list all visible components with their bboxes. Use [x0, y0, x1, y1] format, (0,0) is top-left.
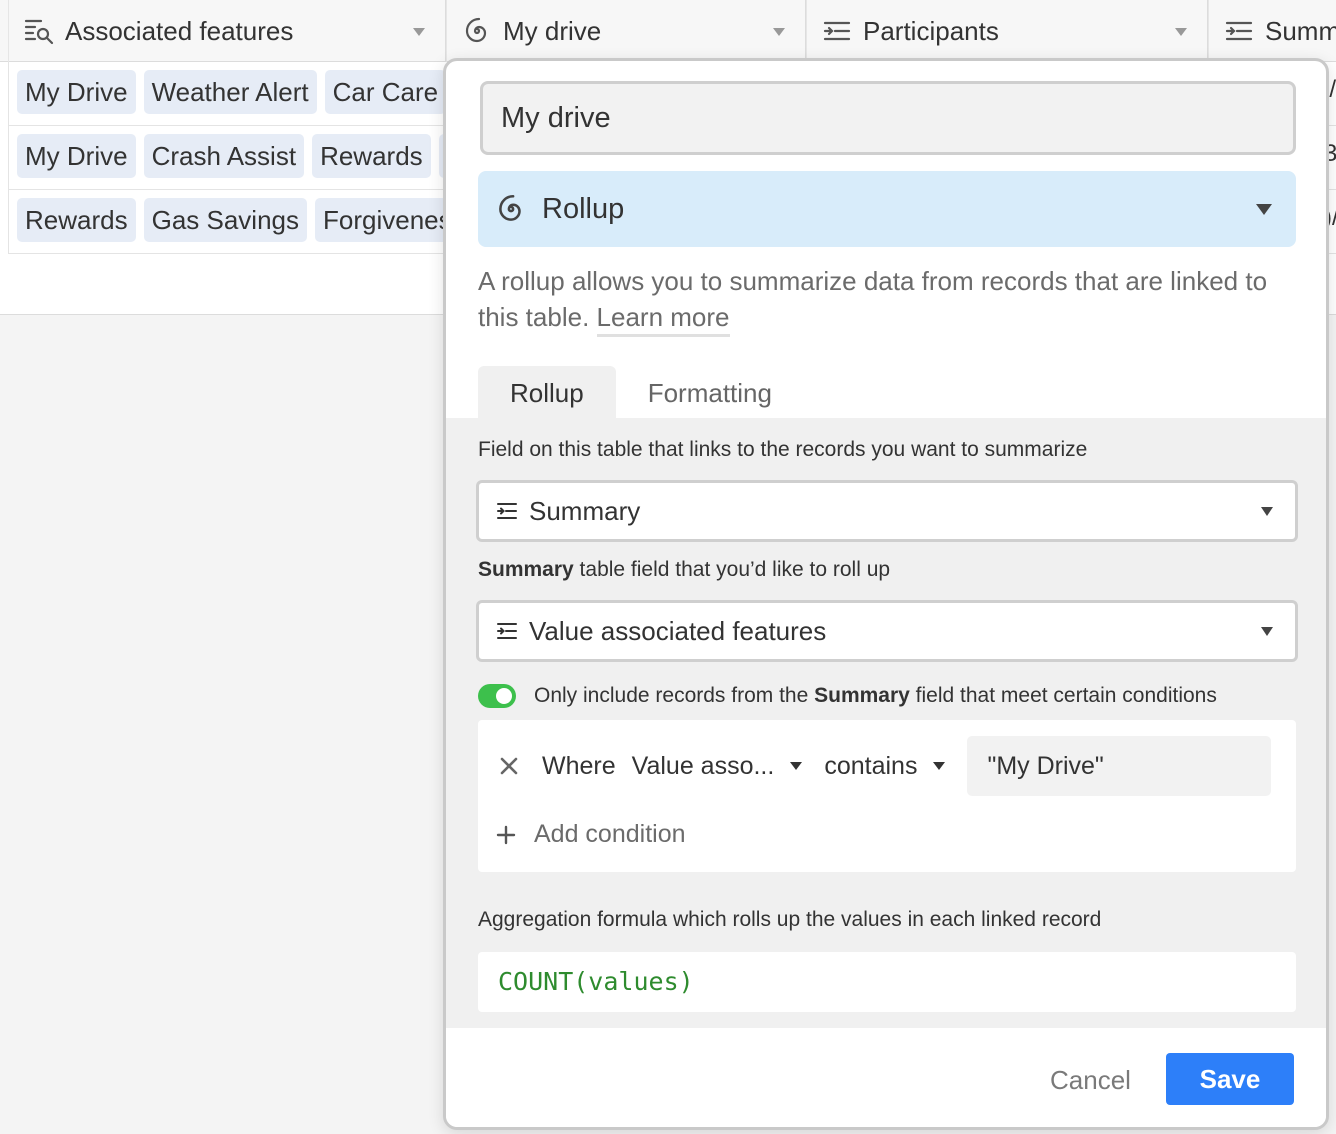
grid-header-row: Associated features My drive Participant… [0, 0, 1336, 62]
add-condition-label: Add condition [534, 820, 686, 848]
column-header-label: Summ [1265, 15, 1336, 46]
condition-field-select[interactable]: Value asso... [632, 752, 803, 781]
lookup-icon [24, 19, 54, 45]
chevron-down-icon [1261, 507, 1273, 516]
rollup-config-panel: Field on this table that links to the re… [446, 418, 1326, 1028]
chevron-down-icon [1256, 204, 1272, 215]
rollup-field-label: Summary table field that you’d like to r… [478, 558, 890, 582]
feature-tag: Rewards [17, 198, 136, 242]
feature-tag: Car Care [324, 70, 447, 114]
condition-operator-select[interactable]: contains [824, 751, 946, 781]
chevron-down-icon[interactable] [413, 28, 425, 36]
feature-tag: Weather Alert [143, 70, 317, 114]
feature-tag: Rewards [312, 134, 431, 178]
column-header-label: Participants [863, 15, 999, 46]
condition-where-label: Where [542, 751, 616, 780]
condition-value-input[interactable]: "My Drive" [967, 736, 1272, 796]
tag-list: My Drive Crash Assist Rewards F [17, 134, 471, 178]
field-type-label: Rollup [542, 192, 625, 225]
chevron-down-icon[interactable] [1175, 28, 1187, 36]
rollup-field-value: Value associated features [529, 615, 827, 646]
add-condition-button[interactable]: Add condition [496, 820, 686, 849]
conditions-box: Where Value asso... contains "My Drive" … [478, 720, 1296, 872]
link-field-label: Field on this table that links to the re… [478, 438, 1088, 461]
cancel-button[interactable]: Cancel [1036, 1054, 1145, 1106]
column-header-summary[interactable]: Summ [1208, 0, 1336, 62]
tab-rollup[interactable]: Rollup [478, 366, 616, 420]
field-type-select[interactable]: Rollup [478, 171, 1296, 247]
rollup-field-select[interactable]: Value associated features [476, 600, 1298, 662]
column-header-label: My drive [503, 15, 602, 46]
condition-operator-value: contains [824, 751, 918, 780]
learn-more-link[interactable]: Learn more [596, 302, 730, 337]
tag-list: Rewards Gas Savings Forgiveness [17, 198, 473, 242]
rollup-icon [465, 17, 487, 43]
rollup-field-label-table: Summary [478, 558, 574, 581]
link-field-value: Summary [529, 495, 641, 526]
column-header-my-drive[interactable]: My drive [446, 0, 806, 62]
plus-icon [496, 825, 516, 844]
link-field-icon [823, 21, 851, 41]
conditions-toggle-label: Only include records from the Summary fi… [534, 684, 1217, 708]
condition-row: Where Value asso... contains "My Drive" [478, 736, 1296, 796]
chevron-down-icon [1261, 627, 1273, 636]
link-field-select[interactable]: Summary [476, 480, 1298, 542]
toggle-text-bold: Summary [814, 684, 910, 707]
condition-toggle-row: Only include records from the Summary fi… [478, 682, 1217, 710]
chevron-down-icon[interactable] [773, 28, 785, 36]
feature-tag: Crash Assist [143, 134, 305, 178]
conditions-toggle[interactable] [478, 684, 516, 708]
column-header-associated-features[interactable]: Associated features [8, 0, 446, 62]
feature-tag: My Drive [17, 70, 136, 114]
formula-input[interactable]: COUNT(values) [478, 952, 1296, 1012]
save-button[interactable]: Save [1166, 1053, 1294, 1105]
feature-tag: Gas Savings [143, 198, 307, 242]
column-header-label: Associated features [65, 15, 294, 46]
chevron-down-icon [790, 762, 803, 770]
field-type-description: A rollup allows you to summarize data fr… [478, 263, 1298, 337]
link-field-icon [497, 623, 517, 639]
dialog-footer: Cancel Save [446, 1028, 1326, 1127]
tag-list: My Drive Weather Alert Car Care [17, 70, 447, 114]
condition-field-value: Value asso... [631, 751, 775, 780]
field-config-dialog: My drive Rollup A rollup allows you to s… [443, 58, 1329, 1130]
tab-formatting[interactable]: Formatting [616, 366, 804, 420]
chevron-down-icon [933, 762, 946, 770]
column-header-participants[interactable]: Participants [806, 0, 1208, 62]
field-name-input[interactable]: My drive [480, 81, 1296, 155]
toggle-text-pre: Only include records from the [534, 684, 815, 707]
rollup-field-label-text: table field that you’d like to roll up [573, 558, 891, 581]
link-field-icon [497, 503, 517, 519]
aggregation-label: Aggregation formula which rolls up the v… [478, 908, 1102, 931]
config-tabs: Rollup Formatting [478, 366, 804, 420]
link-field-icon [1225, 21, 1253, 41]
rollup-icon [499, 194, 521, 221]
feature-tag: My Drive [17, 134, 136, 178]
toggle-text-post: field that meet certain conditions [909, 684, 1217, 707]
close-icon[interactable] [496, 753, 522, 779]
